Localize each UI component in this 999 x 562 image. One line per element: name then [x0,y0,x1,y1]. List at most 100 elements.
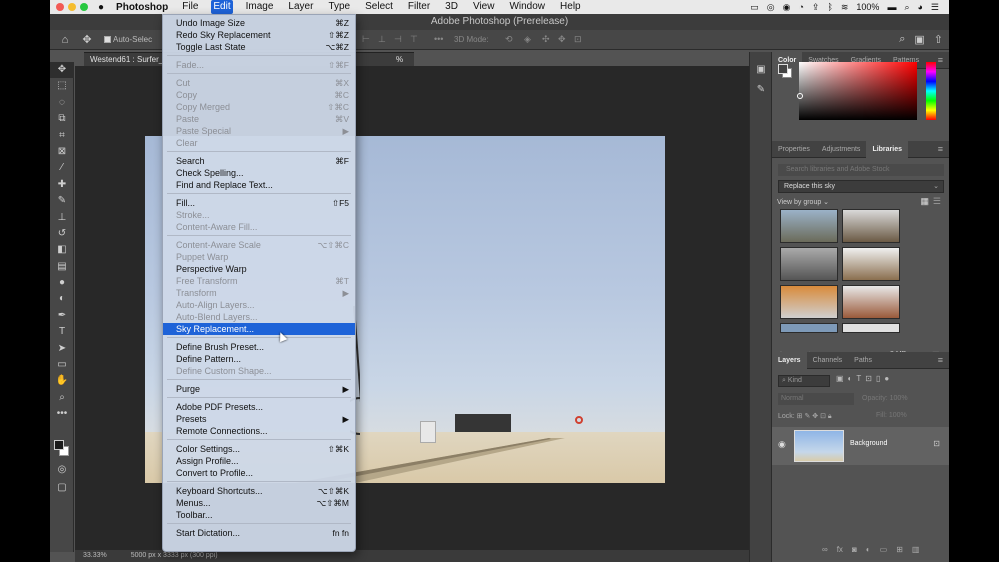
new-layer-icon[interactable]: ⊞ [896,545,903,554]
menu-view[interactable]: View [471,0,497,14]
tab-properties[interactable]: Properties [772,141,816,158]
pen-tool-icon[interactable]: ✒ [50,308,74,324]
layer-filter-icons[interactable]: ▣◐T⊡▯● [836,374,893,383]
panel-menu-icon[interactable]: ≡ [938,352,943,369]
foreground-color-swatch[interactable] [778,64,788,74]
crop-tool-icon[interactable]: ⌗ [50,128,74,144]
menu-select[interactable]: Select [363,0,395,14]
menu-item-purge[interactable]: Purge ▶ [163,383,355,395]
spotlight-search-icon[interactable]: ⌕ [904,2,909,13]
move-tool-icon[interactable]: ✥ [80,33,94,46]
library-search-input[interactable]: Search libraries and Adobe Stock [778,164,944,176]
align-center-icon[interactable]: ⊥ [378,34,386,45]
menu-type[interactable]: Type [326,0,352,14]
color-picker-cursor[interactable] [797,93,803,99]
library-thumb-people[interactable] [780,209,838,243]
brush-panel-icon[interactable]: ✎ [750,80,772,100]
zoom-tool-icon[interactable]: ⌕ [50,390,74,406]
menu-item-undo-image-size[interactable]: Undo Image Size ⌘Z [163,17,355,29]
rectangle-tool-icon[interactable]: ▭ [50,357,74,373]
lock-icon[interactable]: ⊡ [933,439,940,448]
library-thumb-bride[interactable] [842,247,900,281]
3d-rotate-icon[interactable]: ⟲ [505,34,513,45]
history-brush-tool-icon[interactable]: ↺ [50,226,74,242]
view-by-group-dropdown[interactable]: View by group ⌄ [777,198,829,206]
library-thumb-beach[interactable] [842,209,900,243]
align-left-icon[interactable]: ⊢ [362,34,370,45]
new-group-icon[interactable]: ▭ [880,545,888,554]
tab-channels[interactable]: Channels [807,352,849,369]
3d-scale-icon[interactable]: ⊡ [574,34,582,45]
trash-icon[interactable]: ▥ [912,545,920,554]
color-swatches[interactable] [54,440,70,458]
menu-item-define-pattern[interactable]: Define Pattern... [163,353,355,365]
link-layers-icon[interactable]: ∞ [822,545,828,554]
menu-item-fill[interactable]: Fill... ⇧F5 [163,197,355,209]
type-tool-icon[interactable]: T [50,324,74,340]
library-thumb-helicopter[interactable] [780,247,838,281]
menu-3d[interactable]: 3D [443,0,460,14]
menu-item-start-dictation[interactable]: Start Dictation... fn fn [163,527,355,539]
distribute-icon[interactable]: ⊤ [410,34,418,45]
menu-item-adobe-pdf-presets[interactable]: Adobe PDF Presets... [163,401,355,413]
clock-icon[interactable]: ◔ [798,2,803,12]
opacity-value[interactable]: 100% [890,395,908,402]
move-tool-icon[interactable]: ✥ [50,62,74,79]
menu-image[interactable]: Image [244,0,276,14]
menu-item-color-settings[interactable]: Color Settings... ⇧⌘K [163,443,355,455]
menu-item-define-brush-preset[interactable]: Define Brush Preset... [163,341,355,353]
library-thumb-rock-arch[interactable] [842,285,900,319]
3d-slide-icon[interactable]: ✥ [558,34,566,45]
fill-value[interactable]: 100% [889,412,907,419]
history-panel-icon[interactable]: ▣ [750,60,772,80]
healing-brush-tool-icon[interactable]: ✚ [50,177,74,193]
eye-icon[interactable]: ◉ [778,439,786,450]
upload-icon[interactable]: ⇪ [812,2,820,13]
display-icon[interactable]: ▭ [750,2,759,13]
opacity-control[interactable]: Opacity: 100% [862,395,908,402]
notification-center-icon[interactable]: ☰ [931,2,939,13]
hue-slider[interactable] [926,62,936,120]
menu-item-menus[interactable]: Menus... ⌥⇧⌘M [163,497,355,509]
menu-item-find-and-replace-text[interactable]: Find and Replace Text... [163,179,355,191]
camera-icon[interactable]: ◉ [783,2,791,13]
library-thumb-partial[interactable] [780,323,838,333]
list-view-icon[interactable]: ☰ [933,196,941,207]
minimize-window-button[interactable] [68,3,76,11]
blur-tool-icon[interactable]: ● [50,275,74,291]
library-thumb-excavator[interactable] [780,285,838,319]
menu-filter[interactable]: Filter [406,0,432,14]
battery-icon[interactable]: ▬ [887,2,896,12]
menu-file[interactable]: File [180,0,200,14]
brush-tool-icon[interactable]: ✎ [50,193,74,209]
wifi-icon[interactable]: ≋ [841,2,849,13]
library-select[interactable]: Replace this sky ⌄ [778,180,944,193]
blend-mode-select[interactable]: Normal [778,393,854,405]
menu-item-sky-replacement[interactable]: Sky Replacement... [163,323,355,335]
edit-toolbar-icon[interactable]: ••• [50,406,74,422]
menu-item-convert-to-profile[interactable]: Convert to Profile... [163,467,355,479]
user-icon[interactable]: ◕ [917,2,922,12]
fill-control[interactable]: Fill: 100% [876,412,907,419]
menu-item-keyboard-shortcuts[interactable]: Keyboard Shortcuts... ⌥⇧⌘K [163,485,355,497]
frame-tool-icon[interactable]: ⊠ [50,144,74,160]
marquee-tool-icon[interactable]: ⬚ [50,78,74,94]
lock-controls[interactable]: Lock: ⊞ ✎ ✥ ⊡ 🔒︎ [778,412,832,421]
layer-name[interactable]: Background [850,440,887,447]
3d-pan-icon[interactable]: ✣ [542,34,550,45]
add-mask-icon[interactable]: ◙ [852,545,857,554]
eraser-tool-icon[interactable]: ◧ [50,242,74,258]
menu-item-redo-sky-replacement[interactable]: Redo Sky Replacement ⇧⌘Z [163,29,355,41]
path-select-tool-icon[interactable]: ➤ [50,341,74,357]
auto-select-checkbox[interactable]: Auto-Selec [104,35,152,44]
library-thumb-partial-2[interactable] [842,323,900,333]
foreground-color-swatch[interactable] [54,440,64,450]
menu-item-toolbar[interactable]: Toolbar... [163,509,355,521]
menu-item-check-spelling[interactable]: Check Spelling... [163,167,355,179]
workspace-icon[interactable]: ▣ [914,33,924,46]
color-picker-field[interactable] [799,62,917,120]
zoom-level[interactable]: 33.33% [83,550,107,562]
quick-mask-icon[interactable]: ◎ [50,462,74,478]
layer-style-icon[interactable]: fx [837,545,843,554]
layer-filter-kind[interactable]: ⌕ Kind [778,375,830,387]
